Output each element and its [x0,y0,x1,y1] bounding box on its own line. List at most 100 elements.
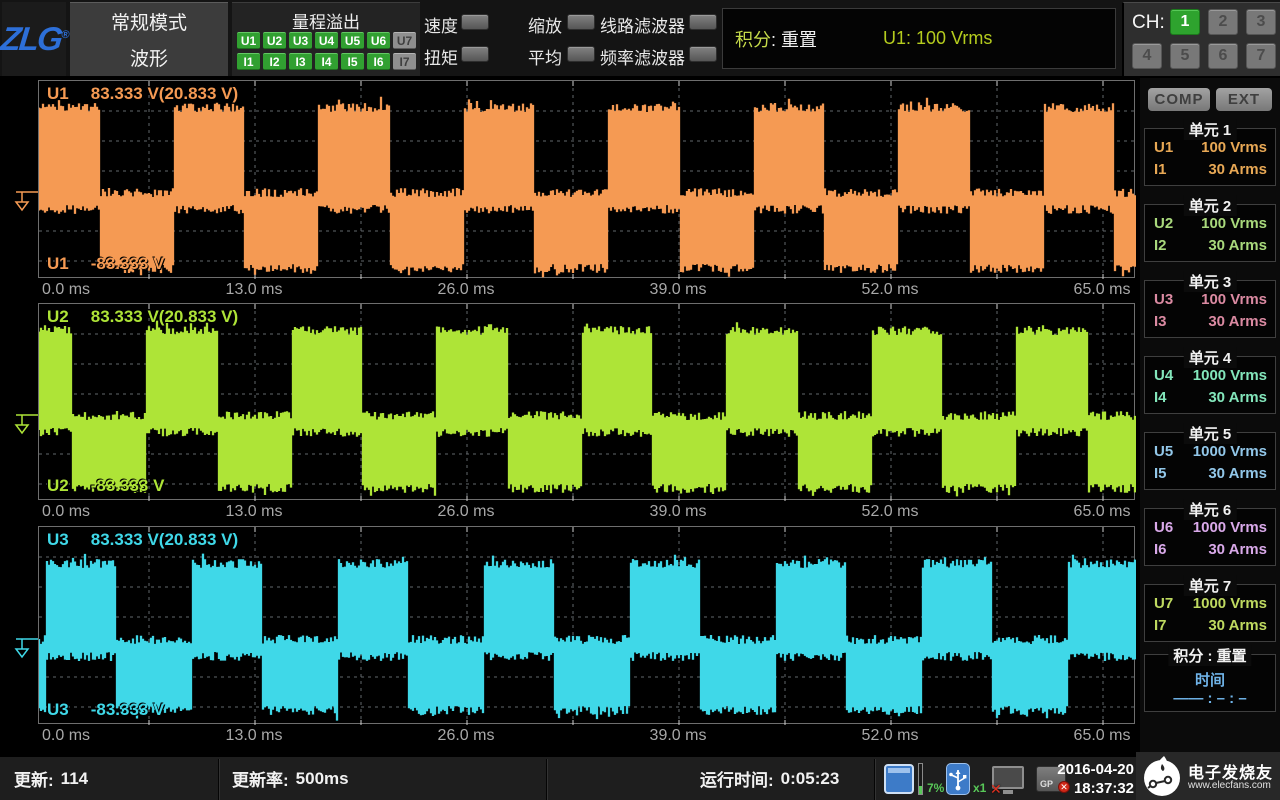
min-scale-value: -83.333 V [91,700,165,719]
unit-channel-label: I6 [1154,541,1167,558]
unit-card-title: 单元 3 [1184,271,1237,292]
status-bar: 更新:114 更新率:500ms 运行时间:0:05:23 7% x1 [0,755,1280,800]
waveform-svg-u2 [39,304,1136,501]
average-toggle[interactable] [567,46,595,62]
freq-filter-toggle[interactable] [689,46,717,62]
channel-button-3[interactable]: 3 [1246,9,1276,35]
overflow-badge-u1: U1 [237,32,260,49]
integral-time-card: 积分 : 重置 时间 —— : – : – [1144,654,1276,712]
panel-top-label: U2 83.333 V(20.833 V) [47,307,238,327]
channel-button-5[interactable]: 5 [1170,43,1200,69]
unit-card-7[interactable]: 单元 7U71000 VrmsI730 Arms [1144,584,1276,642]
waveform-panel-u2: U2 83.333 V(20.833 V) U2-83.333 V [38,303,1135,500]
time-tick-label: 65.0 ms [1074,281,1131,299]
channel-button-6[interactable]: 6 [1208,43,1238,69]
time-axis-u3: 0.0 ms13.0 ms26.0 ms39.0 ms52.0 ms65.0 m… [38,727,1135,747]
range-overflow-panel: 量程溢出 U1U2U3U4U5U6U7 I1I2I3I4I5I6I7 [232,2,420,76]
channel-name: U2 [47,476,69,495]
unit-card-6[interactable]: 单元 6U61000 VrmsI630 Arms [1144,508,1276,566]
unit-value: 100 Vrms [1201,291,1267,308]
unit-channel-label: U2 [1154,215,1173,232]
elecfans-watermark: 电子发烧友 www.elecfans.com [1136,752,1280,800]
channel-name: U3 [47,530,69,549]
voltage-overflow-badges: U1U2U3U4U5U6U7 [237,32,416,49]
panel-bottom-label: U2-83.333 V [47,476,164,496]
overflow-badge-u4: U4 [315,32,338,49]
unit-channel-label: U4 [1154,367,1173,384]
ext-button[interactable]: EXT [1216,88,1272,111]
unit-card-3[interactable]: 单元 3U3100 VrmsI330 Arms [1144,280,1276,338]
time-tick-label: 0.0 ms [42,503,90,521]
panel-bottom-label: U3 -83.333 V [47,700,164,720]
separator [874,759,876,800]
torque-toggle[interactable] [461,46,489,62]
panel-top-label: U183.333 V(20.833 V) [47,84,238,104]
channel-name: U3 [47,700,69,719]
update-count: 更新:114 [14,757,88,800]
unit-value: 100 Vrms [1201,139,1267,156]
channel-button-2[interactable]: 2 [1208,9,1238,35]
unit-card-4[interactable]: 单元 4U41000 VrmsI430 Arms [1144,356,1276,414]
time-tick-label: 26.0 ms [438,281,495,299]
channel-name: U1 [47,84,69,103]
unit-card-5[interactable]: 单元 5U51000 VrmsI530 Arms [1144,432,1276,490]
waveform-svg-u1 [39,81,1136,279]
current-overflow-badges: I1I2I3I4I5I6I7 [237,53,416,70]
overflow-badge-u2: U2 [263,32,286,49]
unit-value: 30 Arms [1208,313,1267,330]
overflow-badge-i2: I2 [263,53,286,70]
waveform-svg-u3 [39,527,1136,725]
mode-line2: 波形 [70,44,228,71]
unit-value: 30 Arms [1208,237,1267,254]
time-tick-label: 39.0 ms [650,281,707,299]
integral-card-title: 积分 : 重置 [1168,645,1251,666]
waveform-display-area: U183.333 V(20.833 V)U1-83.333 V0.0 ms13.… [0,78,1140,755]
time-tick-label: 39.0 ms [650,503,707,521]
torque-label: 扭矩 [424,44,458,69]
line-filter-label: 线路滤波器 [600,12,685,37]
zoom-toggle[interactable] [567,14,595,30]
unit-card-1[interactable]: 单元 1U1100 VrmsI130 Arms [1144,128,1276,186]
waveform-panel-u3: U3 83.333 V(20.833 V) U3 -83.333 V [38,526,1135,724]
channel-button-7[interactable]: 7 [1246,43,1276,69]
unit-channel-label: I5 [1154,465,1167,482]
separator [546,759,548,800]
channel-name: U2 [47,307,69,326]
unit-value: 1000 Vrms [1193,443,1267,460]
time-tick-label: 65.0 ms [1074,727,1131,745]
channel-button-1[interactable]: 1 [1170,9,1200,35]
time-axis-u1: 0.0 ms13.0 ms26.0 ms39.0 ms52.0 ms65.0 m… [38,281,1135,301]
zlg-logo-text: ZLG® [0,20,69,58]
overflow-badge-i1: I1 [237,53,260,70]
mode-line1: 常规模式 [70,8,228,35]
panel-bottom-label: U1-83.333 V [47,254,164,274]
overflow-badge-u6: U6 [367,32,390,49]
top-toolbar: ZLG® 常规模式 波形 量程溢出 U1U2U3U4U5U6U7 I1I2I3I… [0,0,1280,78]
unit-card-2[interactable]: 单元 2U2100 VrmsI230 Arms [1144,204,1276,262]
channel-label: CH: [1132,12,1165,34]
average-label: 平均 [528,44,562,69]
comp-button[interactable]: COMP [1148,88,1210,111]
runtime: 运行时间:0:05:23 [700,757,839,800]
unit-card-title: 单元 5 [1184,423,1237,444]
elecfans-logo-icon [1140,754,1184,798]
channel-button-4[interactable]: 4 [1132,43,1162,69]
time-tick-label: 0.0 ms [42,281,90,299]
overflow-badge-u7: U7 [393,32,416,49]
unit-value: 30 Arms [1208,617,1267,634]
measurement-sidebar: COMP EXT 单元 1U1100 VrmsI130 Arms单元 2U210… [1140,78,1280,752]
min-scale-value: -83.333 V [91,254,165,273]
mode-panel[interactable]: 常规模式 波形 [70,2,228,76]
unit-channel-label: I1 [1154,161,1167,178]
unit-card-title: 单元 7 [1184,575,1237,596]
zero-level-marker-u2 [13,413,39,437]
zero-level-marker-u3 [13,637,39,661]
time-tick-label: 13.0 ms [226,281,283,299]
speed-toggle[interactable] [461,14,489,30]
unit-channel-label: U3 [1154,291,1173,308]
line-filter-toggle[interactable] [689,14,717,30]
max-scale-value: 83.333 V(20.833 V) [91,530,238,549]
panel-top-label: U3 83.333 V(20.833 V) [47,530,238,550]
time-tick-label: 39.0 ms [650,727,707,745]
max-scale-value: 83.333 V(20.833 V) [91,307,238,326]
